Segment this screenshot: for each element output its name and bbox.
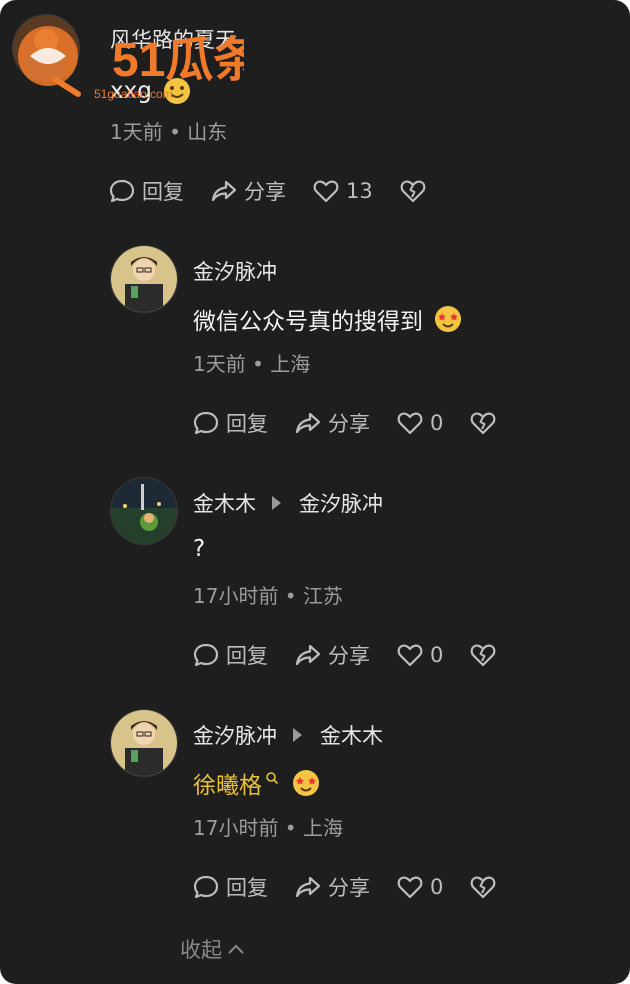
collapse-button[interactable]: 收起 bbox=[180, 934, 246, 964]
chevron-up-icon bbox=[228, 944, 244, 954]
search-icon[interactable] bbox=[265, 771, 279, 785]
share-button[interactable]: 分享 bbox=[294, 640, 370, 670]
broken-heart-icon bbox=[400, 180, 426, 203]
avatar[interactable] bbox=[110, 709, 178, 777]
heart-icon bbox=[397, 644, 423, 667]
heart-icon bbox=[313, 180, 339, 203]
collapse-label: 收起 bbox=[180, 938, 222, 962]
heart-icon bbox=[397, 876, 423, 899]
share-button[interactable]: 分享 bbox=[294, 408, 370, 438]
avatar[interactable] bbox=[110, 245, 178, 313]
broken-heart-icon bbox=[470, 644, 496, 667]
comment-author[interactable]: 金汐脉冲 bbox=[193, 256, 277, 286]
broken-heart-icon bbox=[470, 876, 496, 899]
author-name[interactable]: 金汐脉冲 bbox=[193, 256, 277, 286]
reply-button[interactable]: 回复 bbox=[192, 640, 268, 670]
dislike-button[interactable] bbox=[469, 641, 497, 669]
like-count: 13 bbox=[346, 179, 373, 203]
comment-meta: 17小时前 • 江苏 bbox=[193, 584, 343, 608]
reply-bubble-icon bbox=[193, 643, 219, 667]
reply-bubble-icon bbox=[193, 411, 219, 435]
watermark-text: 51瓜条 bbox=[112, 34, 244, 87]
comment-actions: 回复 分享 0 bbox=[192, 870, 523, 904]
starstruck-emoji-icon bbox=[435, 306, 461, 332]
author-name[interactable]: 金木木 bbox=[193, 488, 256, 518]
dislike-button[interactable] bbox=[469, 409, 497, 437]
share-label: 分享 bbox=[328, 644, 370, 668]
watermark-url: 51guatiao.com bbox=[94, 87, 173, 101]
share-arrow-icon bbox=[295, 876, 321, 898]
reply-to-name[interactable]: 金汐脉冲 bbox=[299, 488, 383, 518]
reply-bubble-icon bbox=[193, 875, 219, 899]
comment-text: ? bbox=[193, 536, 205, 562]
comment-author[interactable]: 金汐脉冲 金木木 bbox=[193, 720, 383, 750]
reply-label: 回复 bbox=[226, 412, 268, 436]
dislike-button[interactable] bbox=[469, 873, 497, 901]
avatar[interactable] bbox=[110, 477, 178, 545]
like-count: 0 bbox=[430, 643, 444, 667]
reply-button[interactable]: 回复 bbox=[192, 872, 268, 902]
like-button[interactable]: 0 bbox=[396, 409, 443, 437]
search-link[interactable]: 徐曦格 bbox=[193, 766, 262, 800]
share-arrow-icon bbox=[295, 412, 321, 434]
comment-author[interactable]: 金木木 金汐脉冲 bbox=[193, 488, 383, 518]
dislike-button[interactable] bbox=[399, 177, 427, 205]
reply-button[interactable]: 回复 bbox=[192, 408, 268, 438]
share-label: 分享 bbox=[328, 876, 370, 900]
comment-body: 微信公众号真的搜得到 bbox=[193, 309, 423, 335]
like-count: 0 bbox=[430, 411, 444, 435]
comment-actions: 回复 分享 0 bbox=[192, 638, 523, 672]
comment-actions: 回复 分享 13 bbox=[108, 174, 453, 208]
share-button[interactable]: 分享 bbox=[210, 176, 286, 206]
author-name[interactable]: 金汐脉冲 bbox=[193, 720, 277, 750]
like-button[interactable]: 0 bbox=[396, 873, 443, 901]
share-button[interactable]: 分享 bbox=[294, 872, 370, 902]
comment-body: ? bbox=[193, 536, 206, 562]
comment-actions: 回复 分享 0 bbox=[192, 406, 523, 440]
comment-panel: 风华路的夏天 xxg 1天前 • 山东 回复 分享 13 金汐脉冲 微信公众号真… bbox=[0, 0, 630, 984]
share-label: 分享 bbox=[244, 180, 286, 204]
comment-meta: 17小时前 • 上海 bbox=[193, 816, 343, 840]
broken-heart-icon bbox=[470, 412, 496, 435]
reply-arrow-icon bbox=[293, 728, 302, 742]
like-button[interactable]: 0 bbox=[396, 641, 443, 669]
reply-label: 回复 bbox=[142, 180, 184, 204]
share-label: 分享 bbox=[328, 412, 370, 436]
reply-label: 回复 bbox=[226, 876, 268, 900]
starstruck-emoji-icon bbox=[293, 770, 319, 796]
reply-button[interactable]: 回复 bbox=[108, 176, 184, 206]
comment-meta: 1天前 • 上海 bbox=[193, 352, 311, 376]
comment-meta: 1天前 • 山东 bbox=[110, 120, 228, 144]
watermark-logo: 51瓜条 51guatiao.com bbox=[8, 10, 261, 106]
like-count: 0 bbox=[430, 875, 444, 899]
share-arrow-icon bbox=[295, 644, 321, 666]
reply-arrow-icon bbox=[272, 496, 281, 510]
share-arrow-icon bbox=[211, 180, 237, 202]
reply-label: 回复 bbox=[226, 644, 268, 668]
reply-to-name[interactable]: 金木木 bbox=[320, 720, 383, 750]
heart-icon bbox=[397, 412, 423, 435]
reply-bubble-icon bbox=[109, 179, 135, 203]
comment-text: 微信公众号真的搜得到 bbox=[193, 302, 463, 336]
like-button[interactable]: 13 bbox=[312, 177, 373, 205]
comment-text: 徐曦格 bbox=[193, 766, 321, 800]
